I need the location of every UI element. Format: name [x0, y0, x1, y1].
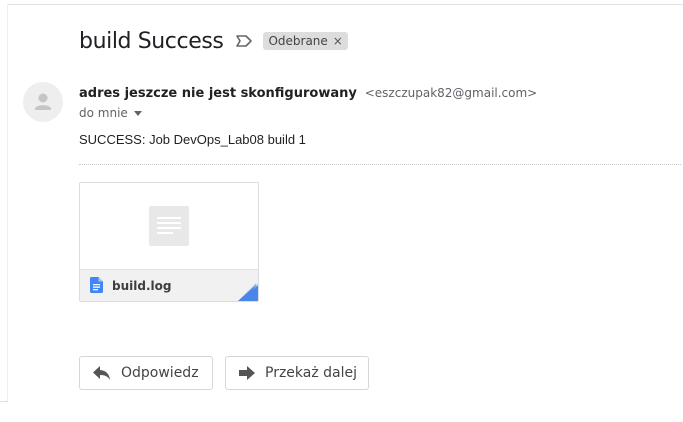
label-outline-icon[interactable] — [235, 34, 253, 48]
sender-email: <eszczupak82@gmail.com> — [364, 86, 538, 100]
forward-arrow-icon — [239, 366, 255, 380]
email-body: SUCCESS: Job DevOps_Lab08 build 1 — [79, 132, 306, 147]
top-divider — [8, 4, 683, 5]
avatar[interactable] — [23, 82, 63, 122]
attachment-card[interactable]: build.log — [79, 182, 259, 302]
document-preview-icon — [149, 206, 189, 246]
attachment-preview — [80, 183, 258, 269]
label-chip-odebrane[interactable]: Odebrane × — [263, 32, 348, 50]
subject-row: build Success Odebrane × — [79, 26, 348, 56]
chevron-down-icon[interactable] — [133, 110, 142, 116]
reply-arrow-icon — [93, 366, 110, 380]
label-chip-text: Odebrane — [268, 34, 328, 48]
sender-line: adres jeszcze nie jest skonfigurowany <e… — [79, 84, 537, 101]
google-docs-icon — [90, 277, 103, 293]
forward-label: Przekaż dalej — [265, 365, 358, 381]
forward-button[interactable]: Przekaż dalej — [225, 356, 369, 390]
person-avatar-icon — [35, 93, 51, 110]
attachment-file-name: build.log — [112, 279, 172, 293]
reply-button[interactable]: Odpowiedz — [79, 356, 213, 390]
bottom-divider — [0, 401, 8, 402]
attachment-corner-fold — [238, 283, 258, 301]
reply-label: Odpowiedz — [121, 365, 199, 381]
left-divider — [7, 4, 8, 401]
recipient-text: do mnie — [79, 106, 128, 120]
body-divider — [79, 164, 681, 165]
email-subject: build Success — [79, 28, 224, 54]
remove-label-icon[interactable]: × — [333, 34, 343, 48]
sender-name[interactable]: adres jeszcze nie jest skonfigurowany — [79, 86, 357, 101]
recipient-line: do mnie — [79, 106, 142, 120]
